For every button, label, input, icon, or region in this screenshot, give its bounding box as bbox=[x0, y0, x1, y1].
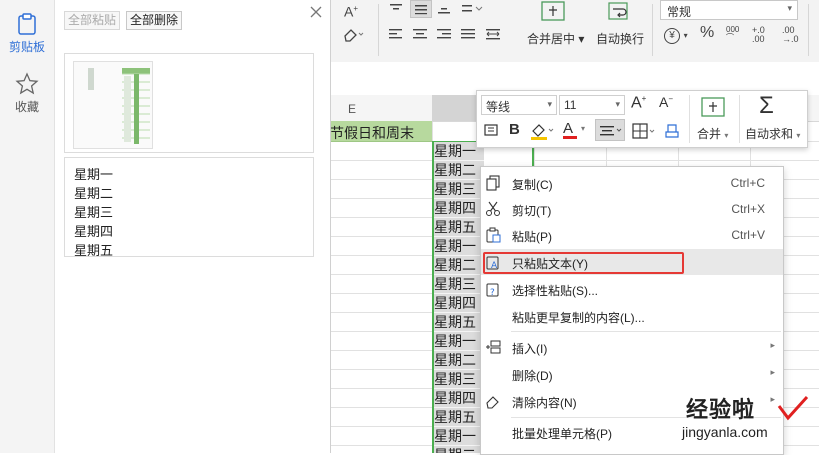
watermark-text: 经验啦 bbox=[686, 397, 756, 422]
decrease-decimal-icon[interactable]: .00 →.0 bbox=[782, 26, 806, 44]
sheet-thumbnail bbox=[73, 61, 153, 149]
watermark: 经验啦 jingyanla.com bbox=[680, 392, 816, 450]
ribbon-toolbar: A+ 合并居中 ▾ 自动换行 常规 ▾ ¥ ▾ % 000 ⌒ +.0 .00 .… bbox=[330, 0, 819, 63]
clipboard-text-line: 星期五 bbox=[74, 243, 114, 257]
weekday-cell[interactable]: 星期二 bbox=[434, 161, 484, 180]
weekday-cell[interactable]: 星期三 bbox=[434, 370, 484, 389]
autosum-label[interactable]: 自动求和 ▾ bbox=[745, 125, 800, 142]
menu-item-cut[interactable]: 剪切(T) Ctrl+X bbox=[481, 196, 783, 222]
weekday-cell[interactable]: 星期三 bbox=[434, 180, 484, 199]
clipboard-item-image[interactable] bbox=[64, 53, 314, 153]
weekday-cell[interactable]: 星期五 bbox=[434, 218, 484, 237]
weekday-cell[interactable]: 星期二 bbox=[434, 256, 484, 275]
decrease-font-icon[interactable]: A− bbox=[659, 94, 673, 110]
format-painter-icon[interactable] bbox=[483, 122, 501, 138]
weekday-cell[interactable]: 星期一 bbox=[434, 332, 484, 351]
eraser-icon[interactable] bbox=[342, 26, 364, 42]
font-size-select[interactable]: 11 ▾ bbox=[559, 95, 625, 115]
weekday-cell[interactable]: 星期四 bbox=[434, 294, 484, 313]
insert-icon bbox=[485, 339, 501, 355]
watermark-url: jingyanla.com bbox=[682, 424, 768, 440]
thousands-icon[interactable]: 000 ⌒ bbox=[726, 26, 739, 42]
clipboard-item-text[interactable]: 星期一 星期二 星期三 星期四 星期五 bbox=[64, 157, 314, 257]
floating-format-toolbar: 等线 ▾ 11 ▾ A+ A− B A ▾ 合并 ▾ Σ 自动求和 ▾ bbox=[476, 90, 808, 148]
clipboard-text-line: 星期一 bbox=[74, 167, 114, 182]
menu-item-insert[interactable]: 插入(I) ▸ bbox=[481, 334, 783, 360]
weekday-cell[interactable]: 星期二 bbox=[434, 446, 484, 453]
align-center-icon[interactable] bbox=[595, 119, 625, 141]
wrap-text-icon[interactable] bbox=[606, 0, 632, 22]
weekday-column: 星期一 星期二 星期三 星期四 星期五 星期一 星期二 星期三 星期四 星期五 星期一 星期二 星期三星… bbox=[434, 142, 484, 453]
text-direction-icon[interactable] bbox=[460, 2, 484, 16]
weekday-cell[interactable]: 星期一 bbox=[434, 427, 484, 446]
bold-button[interactable]: B bbox=[509, 121, 520, 138]
align-right-icon[interactable] bbox=[436, 27, 452, 41]
column-header-e[interactable]: E bbox=[348, 102, 356, 116]
merge-center-icon[interactable] bbox=[540, 0, 566, 22]
weekday-cell[interactable]: 星期四 bbox=[434, 199, 484, 218]
align-bottom-icon[interactable] bbox=[436, 2, 452, 16]
font-name-select[interactable]: 等线 ▾ bbox=[481, 95, 557, 115]
number-format-select[interactable]: 常规 ▾ bbox=[660, 0, 798, 20]
submenu-arrow-icon: ▸ bbox=[770, 367, 775, 377]
weekday-cell[interactable]: 星期二 bbox=[434, 351, 484, 370]
clipboard-text-lines: 星期一 星期二 星期三 星期四 星期五 bbox=[74, 165, 114, 257]
svg-text:?: ? bbox=[490, 288, 495, 297]
close-icon[interactable] bbox=[308, 4, 324, 20]
menu-item-paste[interactable]: 粘贴(P) Ctrl+V bbox=[481, 222, 783, 248]
weekday-cell[interactable]: 星期五 bbox=[434, 313, 484, 332]
paste-all-button[interactable]: 全部粘贴 bbox=[64, 11, 121, 30]
align-top-icon[interactable] bbox=[388, 2, 404, 16]
font-grow-icon[interactable]: A+ bbox=[344, 2, 358, 19]
autosum-icon[interactable]: Σ bbox=[759, 94, 774, 118]
copy-icon bbox=[485, 175, 501, 191]
percent-icon[interactable]: % bbox=[700, 25, 714, 41]
weekday-cell[interactable]: 星期三 bbox=[434, 275, 484, 294]
align-center-icon[interactable] bbox=[412, 27, 428, 41]
clipboard-sidebar: 剪贴板 收藏 bbox=[0, 0, 55, 453]
merge-label[interactable]: 合并 ▾ bbox=[697, 125, 728, 142]
menu-separator bbox=[511, 331, 781, 332]
paste-icon bbox=[485, 227, 501, 243]
increase-font-icon[interactable]: A+ bbox=[631, 94, 646, 112]
highlight-box bbox=[483, 252, 684, 274]
checkmark-icon bbox=[777, 395, 809, 421]
clipboard-panel: 剪贴板 收藏 全部粘贴 全部删除 星期一 星期二 星期三 星期四 星期五 bbox=[0, 0, 331, 453]
clipboard-tab[interactable]: 剪贴板 bbox=[0, 12, 54, 55]
menu-item-paste-earlier[interactable]: 粘贴更早复制的内容(L)... bbox=[481, 303, 783, 329]
font-color-dropdown-icon[interactable]: ▾ bbox=[581, 124, 585, 133]
submenu-arrow-icon: ▸ bbox=[770, 340, 775, 350]
align-left-icon[interactable] bbox=[388, 27, 404, 41]
currency-icon[interactable]: ¥ ▾ bbox=[664, 27, 688, 44]
weekday-cell[interactable]: 星期一 bbox=[434, 237, 484, 256]
increase-decimal-icon[interactable]: +.0 .00 bbox=[752, 26, 776, 44]
paste-special-icon: ? bbox=[485, 281, 501, 297]
menu-item-delete[interactable]: 删除(D) ▸ bbox=[481, 361, 783, 387]
wrap-text-label[interactable]: 自动换行 bbox=[596, 30, 644, 47]
clear-format-icon[interactable] bbox=[663, 121, 681, 139]
menu-item-paste-special[interactable]: ? 选择性粘贴(S)... bbox=[481, 276, 783, 302]
clipboard-icon bbox=[18, 13, 36, 35]
menu-item-copy[interactable]: 复制(C) Ctrl+C bbox=[481, 170, 783, 196]
eraser-icon bbox=[485, 393, 501, 409]
star-icon bbox=[15, 72, 39, 95]
column-header-f-selected[interactable] bbox=[432, 95, 480, 121]
favorites-tab[interactable]: 收藏 bbox=[0, 72, 54, 115]
weekday-cell[interactable]: 星期五 bbox=[434, 408, 484, 427]
fill-color-icon[interactable] bbox=[529, 121, 555, 141]
merge-center-label[interactable]: 合并居中 ▾ bbox=[527, 30, 584, 47]
scissors-icon bbox=[485, 201, 501, 217]
clipboard-text-line: 星期四 bbox=[74, 224, 114, 239]
delete-all-button[interactable]: 全部删除 bbox=[126, 11, 183, 30]
align-middle-icon[interactable] bbox=[410, 0, 432, 18]
borders-icon[interactable] bbox=[631, 122, 659, 140]
holiday-header-cell[interactable]: 节假日和周末 bbox=[330, 121, 432, 142]
distributed-align-icon[interactable] bbox=[484, 27, 502, 41]
justify-icon[interactable] bbox=[460, 27, 476, 41]
clipboard-text-line: 星期三 bbox=[74, 205, 114, 220]
clipboard-text-line: 星期二 bbox=[74, 186, 114, 201]
font-color-icon[interactable]: A bbox=[563, 120, 589, 139]
merge-icon[interactable] bbox=[701, 96, 725, 118]
weekday-cell[interactable]: 星期四 bbox=[434, 389, 484, 408]
